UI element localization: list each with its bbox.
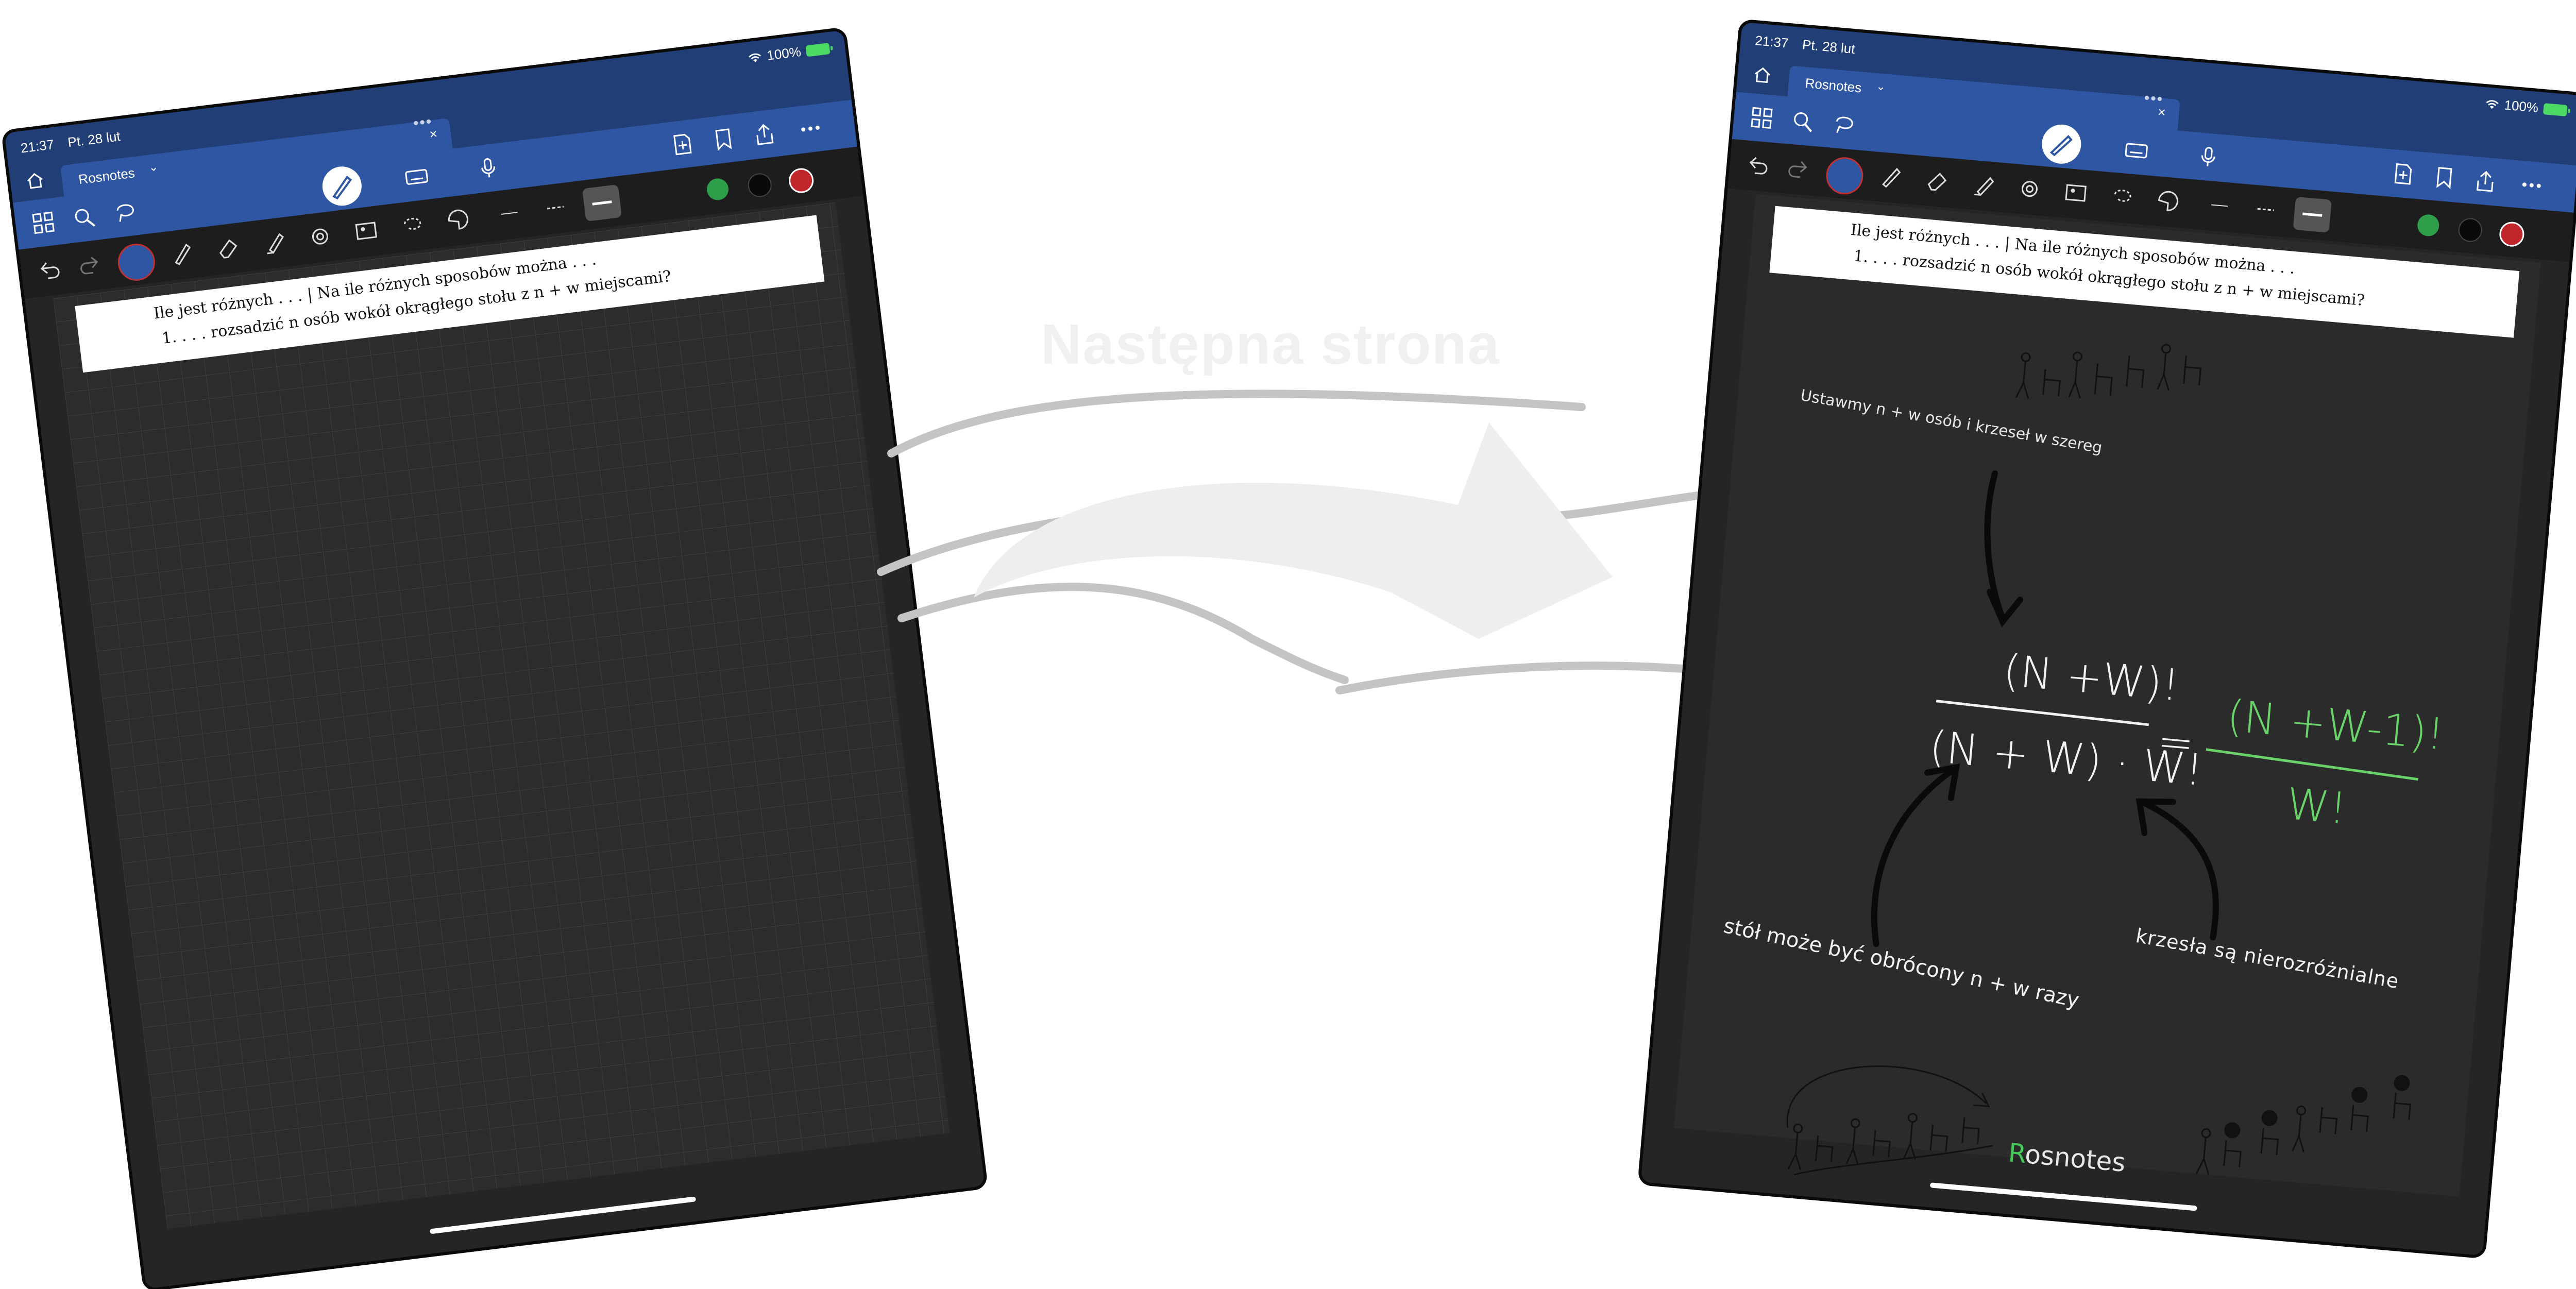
undo-icon[interactable] [36,256,63,283]
lasso-select-icon[interactable] [398,211,426,239]
microphone-icon[interactable] [2195,144,2222,171]
wifi-icon [2486,99,2499,109]
status-right: 100% [2484,95,2568,118]
status-date: Pt. 28 lut [66,128,122,150]
pencil-icon[interactable] [168,240,196,267]
home-icon[interactable] [25,171,45,191]
share-icon[interactable] [2472,168,2499,195]
microphone-icon[interactable] [474,155,502,182]
color-swatch-black[interactable] [2457,217,2483,243]
battery-percent: 100% [2503,97,2539,116]
thin-line-icon[interactable] [496,199,523,227]
row-sketch-icon [2015,344,2202,399]
formula-equals: = [2155,715,2196,769]
battery-icon [2543,103,2568,116]
share-icon[interactable] [751,121,778,148]
more-dots-icon[interactable]: ••• [2143,89,2164,108]
thick-line-selected[interactable] [2293,196,2332,233]
status-time: 21:37 [20,136,55,156]
highlighter-icon[interactable] [260,228,287,256]
lasso-icon[interactable] [1831,112,1857,139]
fountain-pen-tool[interactable] [1824,156,1865,196]
chevron-down-icon[interactable]: ⌄ [148,160,159,175]
keyboard-icon[interactable] [2123,137,2150,164]
bookmark-icon[interactable] [2431,164,2458,191]
eraser-icon[interactable] [1924,167,1951,194]
image-icon[interactable] [352,217,380,244]
pen-mode-button[interactable] [2040,123,2083,165]
lasso-icon[interactable] [111,199,139,226]
sticker-icon[interactable] [2155,188,2181,214]
fountain-pen-tool[interactable] [115,241,157,283]
highlighter-icon[interactable] [1970,172,1997,198]
result-denominator: W! [2284,778,2349,834]
result-numerator: (N +W-1)! [2225,690,2447,760]
redo-icon[interactable] [1785,155,1812,182]
color-swatch-green[interactable] [2416,213,2441,238]
grid-paper[interactable]: Ile jest różnych . . . | Na ile różnych … [53,202,950,1229]
grid-icon[interactable] [29,209,57,236]
color-swatch-red[interactable] [787,166,815,195]
tab-label: Rosnotes [77,165,136,188]
home-icon[interactable] [1752,65,1772,84]
search-icon[interactable] [1789,108,1816,135]
home-indicator[interactable] [429,1196,697,1234]
tablet-left: 21:37 Pt. 28 lut 100% Rosnotes ⌄ × ••• I… [4,30,985,1289]
next-page-arrow-icon [877,389,1709,694]
sticker-icon[interactable] [445,206,472,233]
color-swatch-red[interactable] [2498,221,2526,248]
wifi-icon [748,53,761,62]
add-page-icon[interactable] [669,130,696,158]
shapes-icon[interactable] [307,223,334,250]
pencil-icon[interactable] [1878,163,1905,190]
eraser-icon[interactable] [214,234,242,261]
image-icon[interactable] [2062,180,2089,207]
dashed-line-icon[interactable] [2252,196,2279,223]
up-arrow-left-icon [1871,764,1960,947]
down-arrow-icon [1984,470,2023,627]
home-indicator[interactable] [1929,1182,2197,1211]
color-swatch-black[interactable] [747,172,773,199]
screen: 21:37 Pt. 28 lut 100% Rosnotes ⌄ × ••• I… [1640,22,2576,1256]
add-page-icon[interactable] [2390,161,2417,188]
color-swatch-green[interactable] [705,177,730,201]
screen: 21:37 Pt. 28 lut 100% Rosnotes ⌄ × ••• I… [4,30,985,1289]
grid-icon[interactable] [1749,105,1775,131]
keyboard-icon[interactable] [403,163,430,191]
thick-line-selected[interactable] [582,184,622,222]
chevron-down-icon[interactable]: ⌄ [1876,79,1887,94]
shapes-icon[interactable] [2016,176,2043,202]
undo-icon[interactable] [1744,151,1771,178]
more-menu-icon[interactable] [2518,172,2545,199]
formula-numerator: (N +W)! [2001,645,2182,711]
pen-mode-button[interactable] [320,164,364,208]
battery-percent: 100% [766,43,802,63]
bookmark-icon[interactable] [710,126,737,153]
tab-label: Rosnotes [1804,75,1862,96]
battery-icon [805,42,831,57]
thin-line-icon[interactable] [2206,192,2233,219]
more-menu-icon[interactable] [796,115,824,142]
status-time: 21:37 [1754,32,1789,51]
note-chairs: krzesła są nierozróżnialne [2134,924,2401,993]
rotation-sketch-icon [1786,1065,1993,1176]
up-arrow-right-icon [2136,798,2219,941]
more-dots-icon[interactable]: ••• [412,113,433,132]
linear-sketch-icon [2195,1075,2412,1175]
stage: 21:37 Pt. 28 lut 100% Rosnotes ⌄ × ••• I… [0,0,2576,1289]
search-icon[interactable] [71,204,98,231]
tablet-right: 21:37 Pt. 28 lut 100% Rosnotes ⌄ × ••• I… [1640,22,2576,1256]
lasso-select-icon[interactable] [2109,183,2136,210]
status-date: Pt. 28 lut [1801,37,1856,57]
note-page[interactable]: Ile jest różnych . . . | Na ile różnych … [1674,194,2541,1197]
dashed-line-icon[interactable] [541,194,569,221]
redo-icon[interactable] [76,251,104,278]
status-right: 100% [747,40,831,66]
